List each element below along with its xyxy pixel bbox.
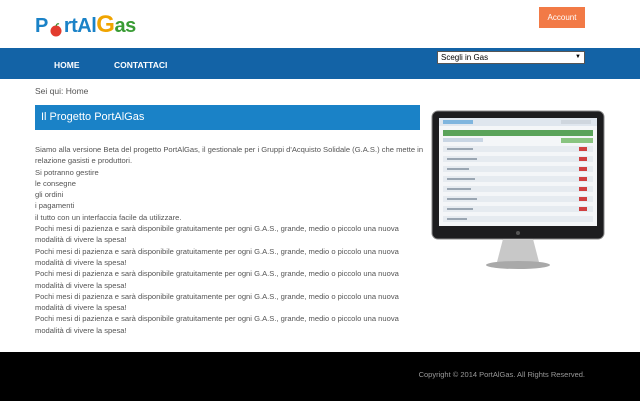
paragraph: il tutto con un interfaccia facile da ut… bbox=[35, 212, 182, 222]
paragraph: Pochi mesi di pazienza e sarà disponibil… bbox=[35, 291, 399, 313]
logo-letter-g: G bbox=[96, 11, 115, 38]
article-body: Siamo alla versione Beta del progetto Po… bbox=[35, 144, 425, 336]
account-button[interactable]: Account bbox=[539, 7, 585, 28]
paragraph: Siamo alla versione Beta del progetto Po… bbox=[35, 145, 424, 166]
gas-select-value: Scegli in Gas bbox=[441, 53, 489, 62]
site-footer: Copyright © 2014 PortAlGas. All Rights R… bbox=[0, 352, 640, 401]
paragraph: Si potranno gestire bbox=[35, 167, 99, 177]
nav-item-contact[interactable]: CONTATTACI bbox=[114, 48, 167, 79]
chevron-down-icon: ▼ bbox=[575, 54, 581, 60]
logo[interactable]: PrtAlGas bbox=[35, 10, 136, 40]
paragraph: i pagamenti bbox=[35, 201, 75, 211]
site-header: PrtAlGas Account bbox=[0, 0, 640, 48]
nav-item-home[interactable]: HOME bbox=[54, 48, 80, 79]
paragraph: le consegne bbox=[35, 178, 76, 188]
monitor-image bbox=[431, 110, 605, 272]
paragraph: Pochi mesi di pazienza e sarà disponibil… bbox=[35, 246, 399, 267]
paragraph: Pochi mesi di pazienza e sarà disponibil… bbox=[35, 269, 399, 290]
logo-text-mid: rtAl bbox=[63, 15, 97, 37]
logo-text-suffix: as bbox=[114, 15, 136, 37]
page-title: Il Progetto PortAlGas bbox=[35, 105, 420, 130]
paragraph: gli ordini bbox=[35, 190, 64, 200]
paragraph: Pochi mesi di pazienza e sarà disponibil… bbox=[35, 314, 399, 335]
gas-select[interactable]: Scegli in Gas ▼ bbox=[437, 51, 585, 64]
logo-letter-p: P bbox=[35, 15, 48, 37]
paragraph: Pochi mesi di pazienza e sarà disponibil… bbox=[35, 224, 399, 245]
breadcrumb: Sei qui: Home bbox=[35, 86, 89, 96]
apple-icon bbox=[49, 20, 63, 37]
copyright-text: Copyright © 2014 PortAlGas. All Rights R… bbox=[418, 370, 585, 379]
